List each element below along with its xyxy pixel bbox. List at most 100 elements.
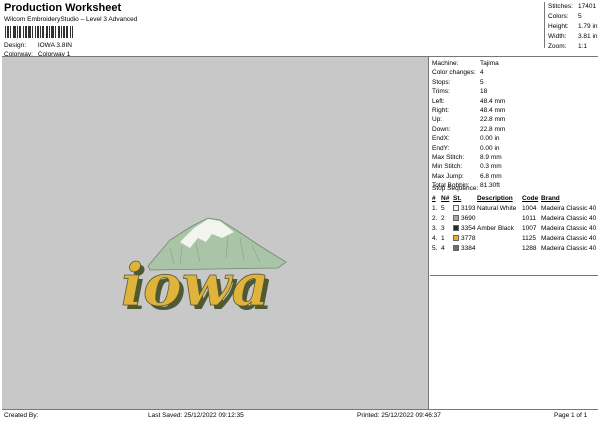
divider (430, 275, 598, 276)
machine-info: Machine: Tajima Color changes: 4 Stops: 5 T… (432, 59, 598, 190)
barcode-bar (37, 26, 38, 38)
row-brand: Madeira Classic 40 (541, 244, 597, 252)
info-endy: EndY: 0.00 in (432, 144, 500, 152)
table-row: 4. 1 3778 1125 Madeira Classic 40 (432, 233, 598, 243)
barcode-bar (64, 26, 65, 38)
info-max-jump: Max Jump: 6.8 mm (432, 172, 502, 180)
barcode-bar (23, 26, 24, 38)
stop-sequence-heading: Stop Sequence: (432, 185, 479, 192)
software-name: Wilcom EmbroideryStudio – Level 3 Advanc… (4, 16, 138, 23)
barcode-bar (19, 26, 20, 38)
row-code: 1011 (522, 214, 536, 222)
barcode-bar (40, 26, 41, 38)
row-n: 4 (441, 244, 445, 252)
row-n: 5 (441, 204, 445, 212)
row-code: 1288 (522, 244, 537, 252)
row-code: 1004 (522, 204, 537, 212)
barcode-bar (51, 26, 52, 38)
stitch-count: 3193 (461, 204, 476, 212)
divider (2, 409, 598, 410)
barcode-bar (5, 26, 6, 38)
summary-height: Height: 1.79 in (548, 23, 598, 30)
row-n: 1 (441, 234, 445, 242)
color-swatch (453, 214, 459, 221)
barcode-bar (58, 26, 59, 38)
stop-sequence-table: # N# St. Description Code Brand 1. 5 3193 N… (432, 194, 598, 253)
barcode-bar (70, 26, 71, 38)
row-brand: Madeira Classic 40 (541, 224, 597, 232)
col-num: # (432, 195, 436, 202)
row-brand: Madeira Classic 40 (541, 234, 597, 242)
summary-colors: Colors: 5 (548, 13, 582, 20)
row-description: Amber Black (477, 224, 514, 232)
barcode-bar (28, 26, 29, 38)
info-max-stitch: Max Stitch: 8.9 mm (432, 153, 502, 161)
row-num: 2. (432, 214, 438, 222)
col-code: Code (522, 195, 539, 202)
row-num: 1. (432, 204, 438, 212)
summary-zoom: Zoom: 1:1 (548, 43, 588, 50)
row-description (477, 243, 522, 253)
page-title: Production Worksheet (4, 2, 122, 14)
info-up: Up: 22.8 mm (432, 116, 506, 124)
row-n: 2 (441, 214, 445, 222)
row-st: 3690 (453, 213, 477, 223)
barcode-bar (13, 26, 14, 38)
row-brand: Madeira Classic 40 (541, 214, 597, 222)
barcode-bar (59, 26, 60, 38)
barcode-bar (17, 26, 18, 38)
design-preview: iowa iowa (2, 57, 429, 409)
col-description: Description (477, 195, 513, 202)
stitch-count: 3384 (461, 244, 476, 252)
barcode-bar (72, 26, 73, 38)
barcode-bar (66, 26, 67, 38)
barcode-digit: 1 (45, 34, 48, 40)
barcode-bar (53, 26, 54, 38)
barcode-bar (35, 26, 36, 38)
info-down: Down: 22.8 mm (432, 125, 506, 133)
embroidery-design-image: iowa iowa (121, 217, 287, 318)
last-saved: Last Saved: 25/12/2022 09:12:35 (148, 412, 244, 419)
info-machine: Machine: Tajima (432, 60, 499, 67)
row-num: 3. (432, 224, 438, 232)
info-endx: EndX: 0.00 in (432, 135, 500, 143)
row-description (477, 213, 522, 223)
row-n: 3 (441, 224, 445, 232)
row-num: 4. (432, 234, 438, 242)
info-stops: Stops: 5 (432, 78, 484, 86)
barcode-bar (20, 26, 21, 38)
barcode-bar (49, 26, 50, 38)
created-by: Created By: (4, 412, 39, 419)
barcode-bar (7, 26, 8, 38)
barcode-bar (55, 26, 56, 38)
barcode-bar (29, 26, 30, 38)
table-row: 3. 3 3354 Amber Black 1007 Madeira Classic 40 (432, 223, 598, 233)
color-swatch (453, 224, 459, 231)
barcode-bar (25, 26, 26, 38)
row-st: 3354 (453, 223, 477, 233)
row-description (477, 233, 522, 243)
row-st: 3778 (453, 233, 477, 243)
row-st: 3193 (453, 203, 477, 213)
design-row: Design: IOWA 3.8IN (4, 42, 72, 49)
color-swatch (453, 234, 459, 241)
table-header-row: # N# St. Description Code Brand (432, 194, 598, 203)
col-brand: Brand (541, 195, 560, 202)
design-label: Design: (4, 42, 27, 49)
barcode-bar (32, 26, 33, 38)
page-number: Page 1 of 1 (554, 412, 588, 419)
color-swatch (453, 204, 459, 211)
summary-stitches: Stitches: 17401 (548, 3, 597, 10)
table-row: 1. 5 3193 Natural White 1004 Madeira Classic … (432, 203, 598, 213)
table-row: 5. 4 3384 1288 Madeira Classic 40 (432, 243, 598, 253)
row-code: 1007 (522, 224, 537, 232)
barcode-bar (30, 26, 31, 38)
barcode-bar (15, 26, 16, 38)
barcode-bar (26, 26, 27, 38)
row-num: 5. (432, 244, 438, 252)
barcode-bar (67, 26, 68, 38)
barcode-bar (63, 26, 64, 38)
barcode-bar (43, 26, 44, 38)
barcode-bar (38, 26, 39, 38)
row-description: Natural White (477, 204, 517, 212)
